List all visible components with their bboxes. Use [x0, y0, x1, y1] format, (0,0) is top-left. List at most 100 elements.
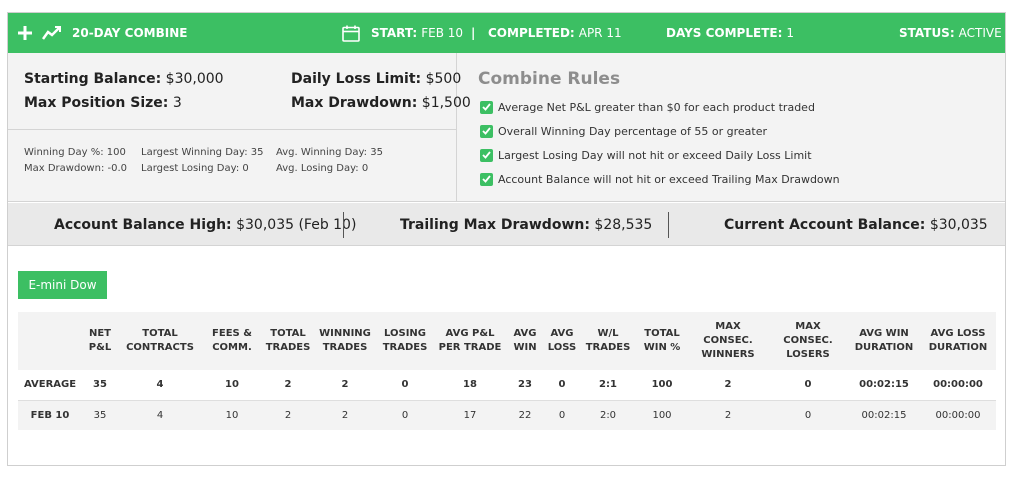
metric-max-drawdown-value: -0.0 [107, 163, 128, 174]
current-account-balance: Current Account Balance: $30,035 [724, 203, 988, 246]
balance-separator [668, 212, 669, 238]
rule-text: Overall Winning Day percentage of 55 or … [498, 124, 768, 138]
combine-panel: 20-DAY COMBINE START: FEB 10 | COMPLETED… [7, 12, 1006, 466]
table-cell: 100 [636, 370, 688, 401]
table-cell: 00:02:15 [848, 400, 920, 430]
table-cell: 35 [82, 400, 118, 430]
column-header: AVG LOSS DURATION [920, 312, 996, 370]
account-summary: Starting Balance: $30,000 Max Position S… [8, 53, 471, 202]
summary-divider [8, 129, 457, 130]
start-date: START: FEB 10 [371, 13, 463, 53]
column-header: AVG P&L PER TRADE [434, 312, 506, 370]
table-cell: 0 [768, 370, 848, 401]
table-cell: 23 [506, 370, 544, 401]
trend-line-icon[interactable] [42, 13, 62, 53]
daily-loss-limit: Daily Loss Limit: $500 [291, 71, 461, 87]
column-header: NET P&L [82, 312, 118, 370]
column-header: W/L TRADES [580, 312, 636, 370]
table-cell: 0 [376, 370, 434, 401]
table-row: AVERAGE 35 4 10 2 2 0 18 23 0 2:1 100 2 0 00:02:15 00:0… [18, 370, 996, 401]
table-cell: 17 [434, 400, 506, 430]
row-label: AVERAGE [18, 370, 82, 401]
row-label: FEB 10 [18, 400, 82, 430]
starting-balance-label: Starting Balance: [24, 71, 162, 87]
column-header: MAX CONSEC. LOSERS [768, 312, 848, 370]
max-drawdown: Max Drawdown: $1,500 [291, 95, 471, 111]
balance-high-label: Account Balance High: [54, 216, 232, 233]
avg-loss-value: 0 [361, 163, 369, 174]
rule-item: Overall Winning Day percentage of 55 or … [480, 123, 767, 139]
table-cell: 2 [262, 370, 314, 401]
days-value: 1 [786, 26, 795, 40]
daily-loss-label: Daily Loss Limit: [291, 71, 422, 87]
checkmark-icon [480, 148, 493, 162]
days-complete: DAYS COMPLETE: 1 [666, 13, 794, 53]
column-header: AVG WIN DURATION [848, 312, 920, 370]
table-cell: 00:02:15 [848, 370, 920, 401]
table-cell: 2 [262, 400, 314, 430]
header-separator: | [471, 26, 476, 40]
performance-table: NET P&L TOTAL CONTRACTS FEES & COMM. TOTAL TRAD… [18, 312, 996, 430]
table-cell: 2:0 [580, 400, 636, 430]
rule-item: Average Net P&L greater than $0 for each… [480, 99, 815, 115]
table-cell: 2 [688, 370, 768, 401]
max-position-value: 3 [172, 95, 182, 111]
rule-text: Largest Losing Day will not hit or excee… [498, 148, 812, 162]
avg-win-label: Avg. Winning Day: [276, 147, 368, 158]
largest-win-label: Largest Winning Day: [141, 147, 248, 158]
table-cell: 10 [202, 400, 262, 430]
table-cell: 4 [118, 400, 202, 430]
table-cell: 0 [544, 370, 580, 401]
max-drawdown-value: $1,500 [421, 95, 471, 111]
table-cell: 2:1 [580, 370, 636, 401]
column-header: TOTAL WIN % [636, 312, 688, 370]
checkmark-icon [480, 100, 493, 114]
table-cell: 18 [434, 370, 506, 401]
table-cell: 00:00:00 [920, 400, 996, 430]
combine-header-bar: 20-DAY COMBINE START: FEB 10 | COMPLETED… [8, 13, 1005, 53]
completed-date: COMPLETED: APR 11 [488, 13, 622, 53]
completed-value: APR 11 [578, 26, 622, 40]
metric-largest-winning-day: Largest Winning Day: 35 [141, 145, 264, 161]
status-label: STATUS: [899, 26, 955, 40]
avg-loss-label: Avg. Losing Day: [276, 163, 359, 174]
column-header: MAX CONSEC. WINNERS [688, 312, 768, 370]
checkmark-icon [480, 172, 493, 186]
combine-title: 20-DAY COMBINE [72, 26, 188, 40]
current-balance-value: $30,035 [929, 216, 988, 233]
column-header: TOTAL CONTRACTS [118, 312, 202, 370]
balance-high-value: $30,035 (Feb 10) [236, 216, 357, 233]
column-header: WINNING TRADES [314, 312, 376, 370]
column-header: AVG WIN [506, 312, 544, 370]
table-body: AVERAGE 35 4 10 2 2 0 18 23 0 2:1 100 2 0 00:02:15 00:0… [18, 370, 996, 430]
table-cell: 0 [768, 400, 848, 430]
winning-day-pct-label: Winning Day %: [24, 147, 104, 158]
plus-icon[interactable] [18, 13, 32, 53]
table-cell: 22 [506, 400, 544, 430]
table-cell: 100 [636, 400, 688, 430]
status: STATUS: ACTIVE [899, 13, 1002, 53]
rule-text: Average Net P&L greater than $0 for each… [498, 100, 815, 114]
product-tab-emini-dow[interactable]: E-mini Dow [18, 271, 107, 299]
column-header: AVG LOSS [544, 312, 580, 370]
rule-item: Account Balance will not hit or exceed T… [480, 171, 840, 187]
starting-balance: Starting Balance: $30,000 [24, 71, 224, 87]
table-cell: 2 [314, 400, 376, 430]
start-label: START: [371, 26, 418, 40]
starting-balance-value: $30,000 [165, 71, 224, 87]
metric-max-drawdown: Max Drawdown: -0.0 [24, 161, 127, 177]
start-value: FEB 10 [421, 26, 464, 40]
largest-loss-value: 0 [242, 163, 249, 174]
current-balance-label: Current Account Balance: [724, 216, 926, 233]
largest-win-value: 35 [250, 147, 264, 158]
metric-winning-day-pct: Winning Day %: 100 [24, 145, 126, 161]
max-position-size: Max Position Size: 3 [24, 95, 182, 111]
calendar-icon [342, 13, 360, 53]
balance-strip: Account Balance High: $30,035 (Feb 10) T… [8, 203, 1005, 246]
table-cell: 10 [202, 370, 262, 401]
status-value: ACTIVE [958, 26, 1002, 40]
table-cell: 0 [376, 400, 434, 430]
column-header: LOSING TRADES [376, 312, 434, 370]
avg-win-value: 35 [370, 147, 383, 158]
table-cell: 2 [314, 370, 376, 401]
